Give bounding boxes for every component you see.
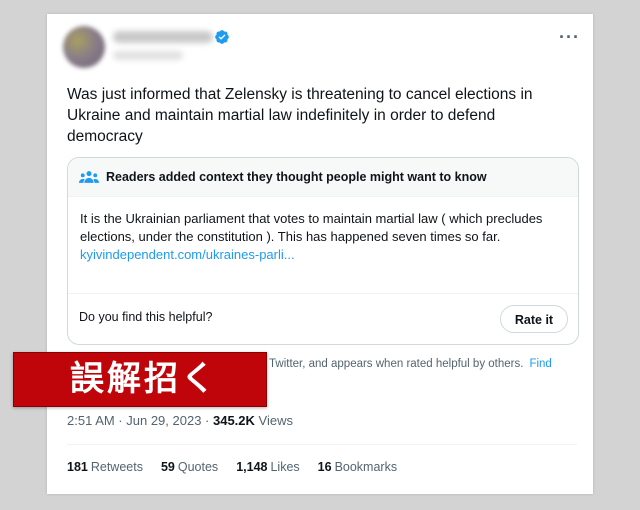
more-options-icon[interactable]: ··· [559, 28, 580, 46]
retweets-stat[interactable]: 181 Retweets [67, 460, 143, 474]
engagement-stats: 181 Retweets 59 Quotes 1,148 Likes 16 Bookma… [67, 460, 397, 474]
likes-label: Likes [270, 460, 300, 474]
likes-stat[interactable]: 1,148 Likes [236, 460, 299, 474]
helpful-question: Do you find this helpful? [79, 310, 213, 324]
divider [67, 444, 577, 445]
retweets-label: Retweets [90, 460, 143, 474]
people-icon [79, 171, 99, 183]
context-disclaimer: Twitter, and appears when rated helpful … [269, 358, 552, 370]
quotes-label: Quotes [177, 460, 219, 474]
tweet-timestamp[interactable]: 2:51 AM · Jun 29, 2023 · [67, 413, 213, 428]
display-name-blurred[interactable] [113, 31, 213, 43]
views-label: Views [254, 413, 293, 428]
community-note-header: Readers added context they thought peopl… [68, 158, 578, 197]
quotes-count: 59 [160, 460, 175, 474]
community-note: Readers added context they thought peopl… [67, 157, 579, 345]
bookmarks-label: Bookmarks [334, 460, 398, 474]
community-note-title: Readers added context they thought peopl… [106, 170, 487, 184]
avatar[interactable] [63, 26, 105, 68]
tweet-card: ··· Was just informed that Zelensky is t… [47, 14, 593, 494]
community-note-link[interactable]: kyivindependent.com/ukraines-parli... [80, 246, 566, 264]
verified-badge-icon [215, 30, 229, 44]
misleading-caption-banner: 誤解招く [13, 352, 267, 407]
retweets-count: 181 [67, 460, 88, 474]
tweet-text: Was just informed that Zelensky is threa… [67, 86, 533, 145]
bookmarks-count: 16 [317, 460, 332, 474]
context-disclaimer-text: Twitter, and appears when rated helpful … [269, 358, 524, 370]
bookmarks-stat[interactable]: 16 Bookmarks [318, 460, 397, 474]
community-note-footer: Do you find this helpful? Rate it [68, 293, 578, 344]
rate-it-button[interactable]: Rate it [500, 305, 568, 333]
tweet-metadata: 2:51 AM · Jun 29, 2023 · 345.2K Views [67, 413, 293, 428]
handle-blurred[interactable] [113, 51, 183, 60]
quotes-stat[interactable]: 59 Quotes [161, 460, 218, 474]
views-count: 345.2K [212, 413, 255, 428]
community-note-text: It is the Ukrainian parliament that vote… [80, 211, 543, 244]
find-out-more-link[interactable]: Find [529, 358, 551, 370]
community-note-body: It is the Ukrainian parliament that vote… [68, 197, 578, 290]
likes-count: 1,148 [236, 460, 268, 474]
